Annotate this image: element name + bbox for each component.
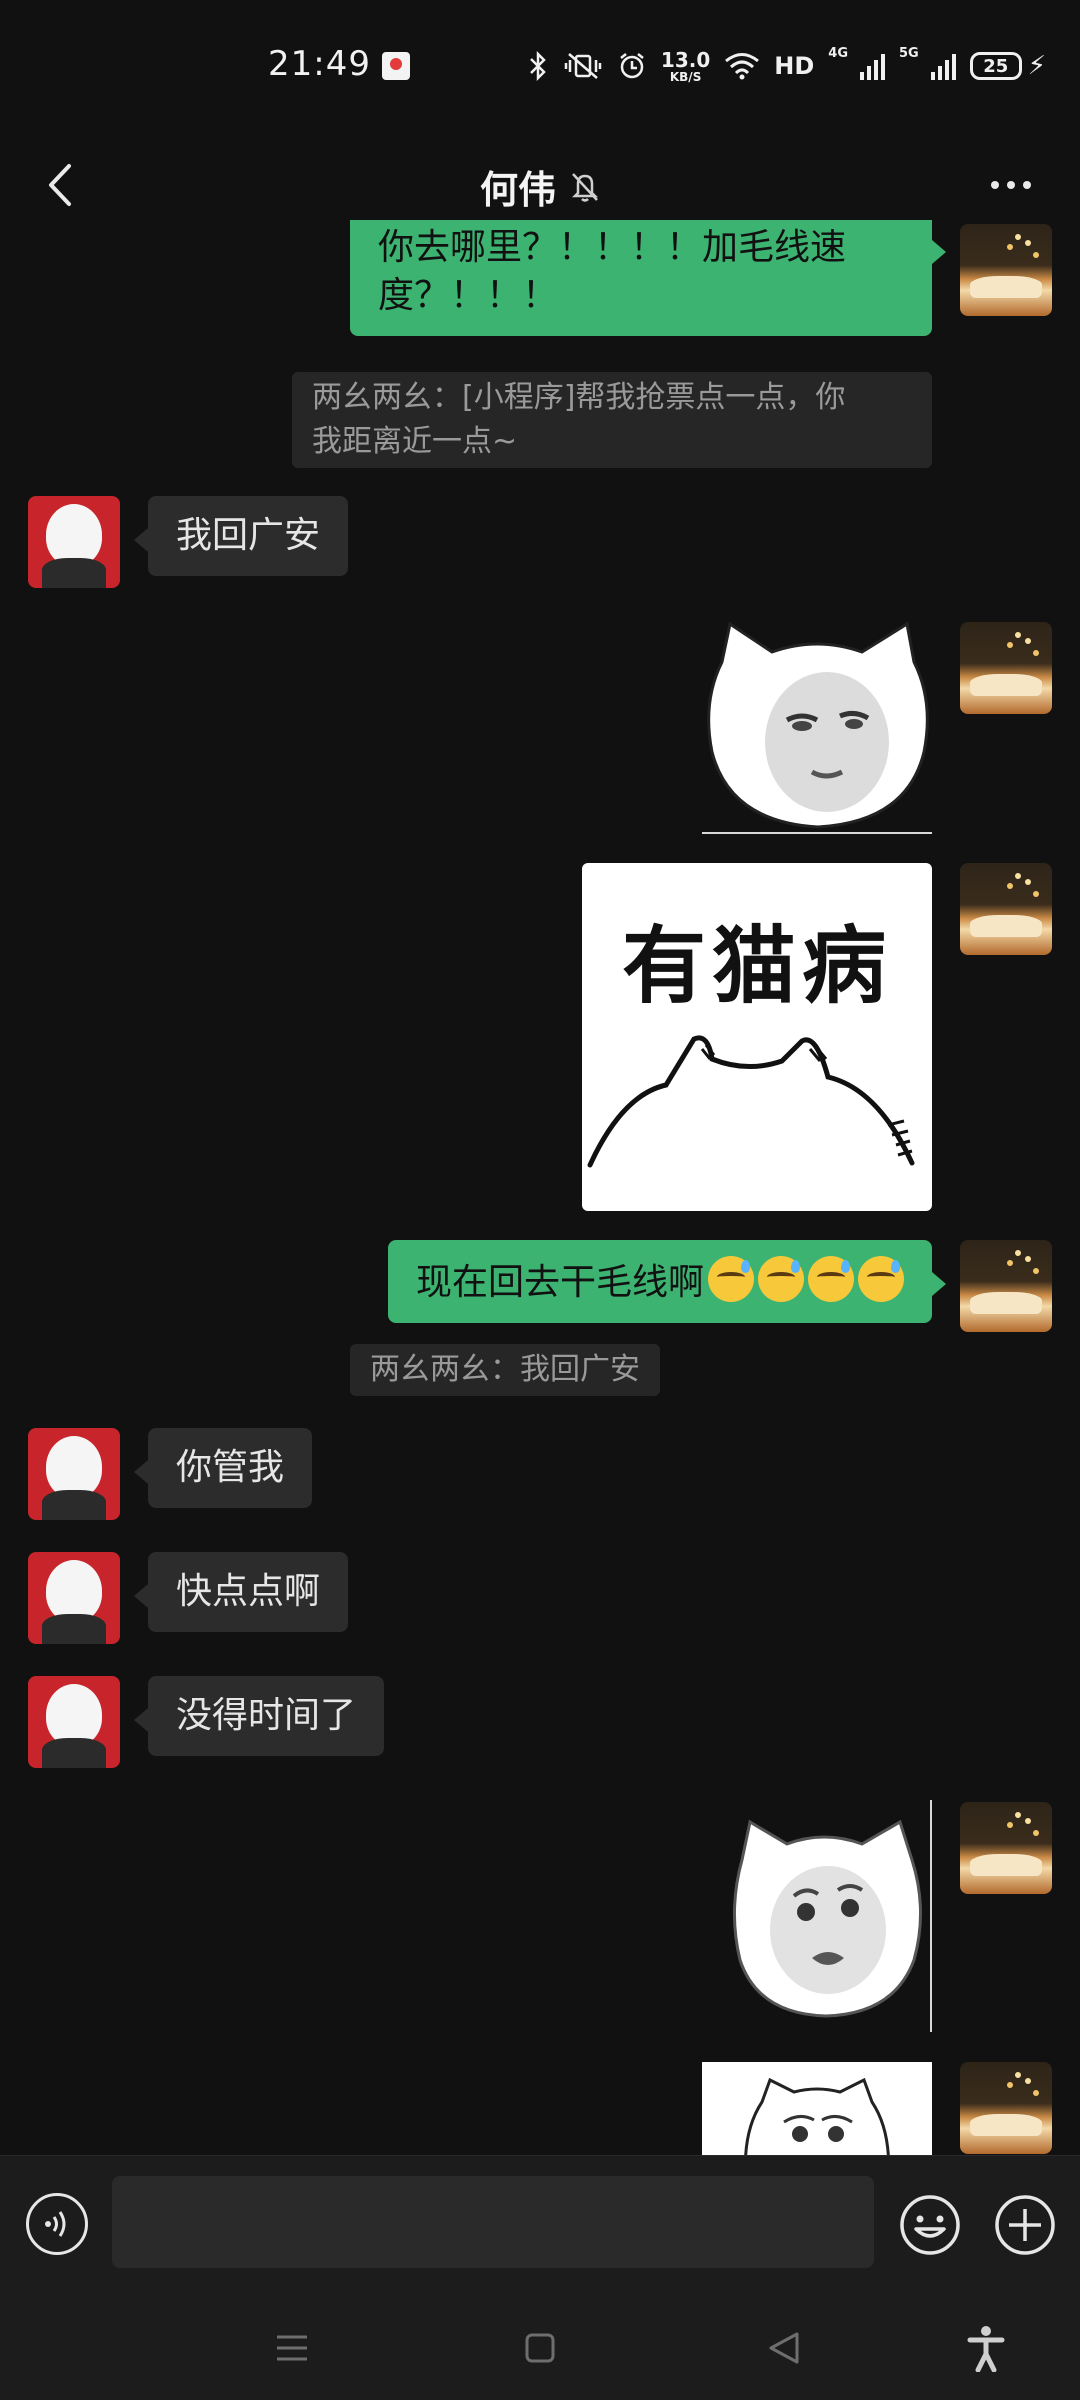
message-text: 快点点啊 — [176, 1571, 321, 1612]
status-icons: 13.0 KB/S HD 4G 5G 25 ⚡︎ — [527, 46, 1046, 86]
status-time: 21:49 — [268, 44, 371, 84]
sim2-network-label: 5G — [899, 46, 919, 61]
more-functions-button[interactable] — [993, 2193, 1057, 2257]
net-speed-unit: KB/S — [669, 69, 702, 84]
battery-icon: 25 — [969, 52, 1022, 80]
emoji-icon — [900, 2195, 960, 2255]
home-button[interactable] — [510, 2318, 570, 2378]
emoji-button[interactable] — [898, 2193, 962, 2257]
accessibility-button[interactable] — [956, 2318, 1016, 2378]
message-bubble-sent[interactable]: 你去哪里？！！！！加毛线速 度？！！！ — [350, 220, 946, 336]
mute-bell-icon — [571, 172, 599, 202]
message-text: 你管我 — [176, 1447, 285, 1488]
recent-apps-button[interactable] — [262, 2318, 322, 2378]
sim1-signal-icon — [860, 52, 886, 80]
hd-label: HD — [774, 52, 815, 80]
net-speed-value: 13.0 — [660, 47, 711, 72]
battery-level: 25 — [983, 55, 1009, 77]
contact-name: 何伟 — [479, 168, 556, 212]
more-dots-icon — [991, 181, 999, 189]
message-text: 没得时间了 — [176, 1695, 357, 1736]
message-bubble-received[interactable]: 我回广安 — [133, 496, 349, 576]
contact-avatar[interactable] — [28, 1676, 120, 1768]
back-triangle-icon — [769, 2332, 799, 2364]
sticker-image[interactable] — [702, 622, 932, 834]
cat-ears-drawing — [587, 1035, 915, 1168]
quote-text: 我距离近一点~ — [312, 424, 518, 459]
message-bubble-received[interactable]: 你管我 — [133, 1428, 313, 1508]
quoted-reply[interactable]: 两幺两幺：[小程序]帮我抢票点一点，你 我距离近一点~ — [292, 372, 932, 468]
message-text: 度？！！！ — [378, 275, 559, 316]
sweat-emoji-icon — [708, 1256, 754, 1302]
message-bubble-sent[interactable]: 现在回去干毛线啊 — [387, 1240, 947, 1323]
message-text: 现在回去干毛线啊 — [415, 1262, 704, 1303]
my-avatar[interactable] — [960, 1240, 1052, 1332]
sim1-network-label: 4G — [828, 46, 849, 61]
sweat-emoji-icon — [758, 1256, 804, 1302]
nav-back-button[interactable] — [754, 2318, 814, 2378]
alarm-icon — [617, 48, 647, 84]
message-bubble-received[interactable]: 快点点啊 — [133, 1552, 349, 1632]
chat-title: 何伟 — [0, 159, 1080, 214]
quote-text: 两幺两幺：我回广安 — [370, 1352, 640, 1387]
bluetooth-icon — [527, 48, 549, 84]
system-nav-bar — [0, 2290, 1080, 2400]
contact-avatar[interactable] — [28, 1428, 120, 1520]
cat-face-sticker — [744, 2077, 890, 2155]
my-avatar[interactable] — [960, 863, 1052, 955]
message-bubble-received[interactable]: 没得时间了 — [133, 1676, 385, 1756]
cat-face-sticker — [732, 1819, 923, 2018]
voice-icon — [45, 2211, 66, 2237]
sweat-emoji-icon — [858, 1256, 904, 1302]
message-text: 你去哪里？！！！！加毛线速 — [378, 227, 847, 268]
quote-text: 两幺两幺：[小程序]帮我抢票点一点，你 — [312, 380, 846, 415]
message-input[interactable] — [112, 2176, 874, 2268]
sim2-signal-icon — [930, 52, 956, 80]
accessibility-icon — [967, 2326, 1005, 2372]
net-speed: 13.0 KB/S — [661, 50, 710, 83]
sticker-image[interactable] — [732, 1800, 932, 2032]
more-options-button[interactable] — [976, 155, 1046, 215]
quoted-reply[interactable]: 两幺两幺：我回广安 — [350, 1344, 660, 1396]
message-list[interactable]: 你去哪里？！！！！加毛线速 度？！！！ 两幺两幺：[小程序]帮我抢票点一点，你 … — [0, 220, 1080, 2155]
voice-input-button[interactable] — [26, 2193, 88, 2255]
contact-avatar[interactable] — [28, 496, 120, 588]
my-avatar[interactable] — [960, 224, 1052, 316]
home-square-icon — [525, 2333, 555, 2363]
contact-avatar[interactable] — [28, 1552, 120, 1644]
map-notification-icon — [382, 52, 410, 80]
my-avatar[interactable] — [960, 2062, 1052, 2154]
sticker-image[interactable]: 有猫病 — [582, 863, 932, 1211]
my-avatar[interactable] — [960, 1802, 1052, 1894]
vibrate-mute-icon — [563, 48, 603, 84]
wifi-icon — [724, 48, 760, 84]
status-bar: 21:49 13.0 KB/S HD 4G 5G 25 ⚡︎ — [0, 0, 1080, 135]
input-bar — [0, 2155, 1080, 2290]
cat-face-sticker — [707, 622, 929, 829]
my-avatar[interactable] — [960, 622, 1052, 714]
sweat-emoji-icon — [808, 1256, 854, 1302]
message-text: 我回广安 — [176, 515, 321, 556]
plus-icon — [995, 2195, 1055, 2255]
menu-icon — [277, 2335, 307, 2361]
sticker-image[interactable] — [702, 2062, 932, 2155]
charging-icon: ⚡︎ — [1027, 51, 1046, 81]
